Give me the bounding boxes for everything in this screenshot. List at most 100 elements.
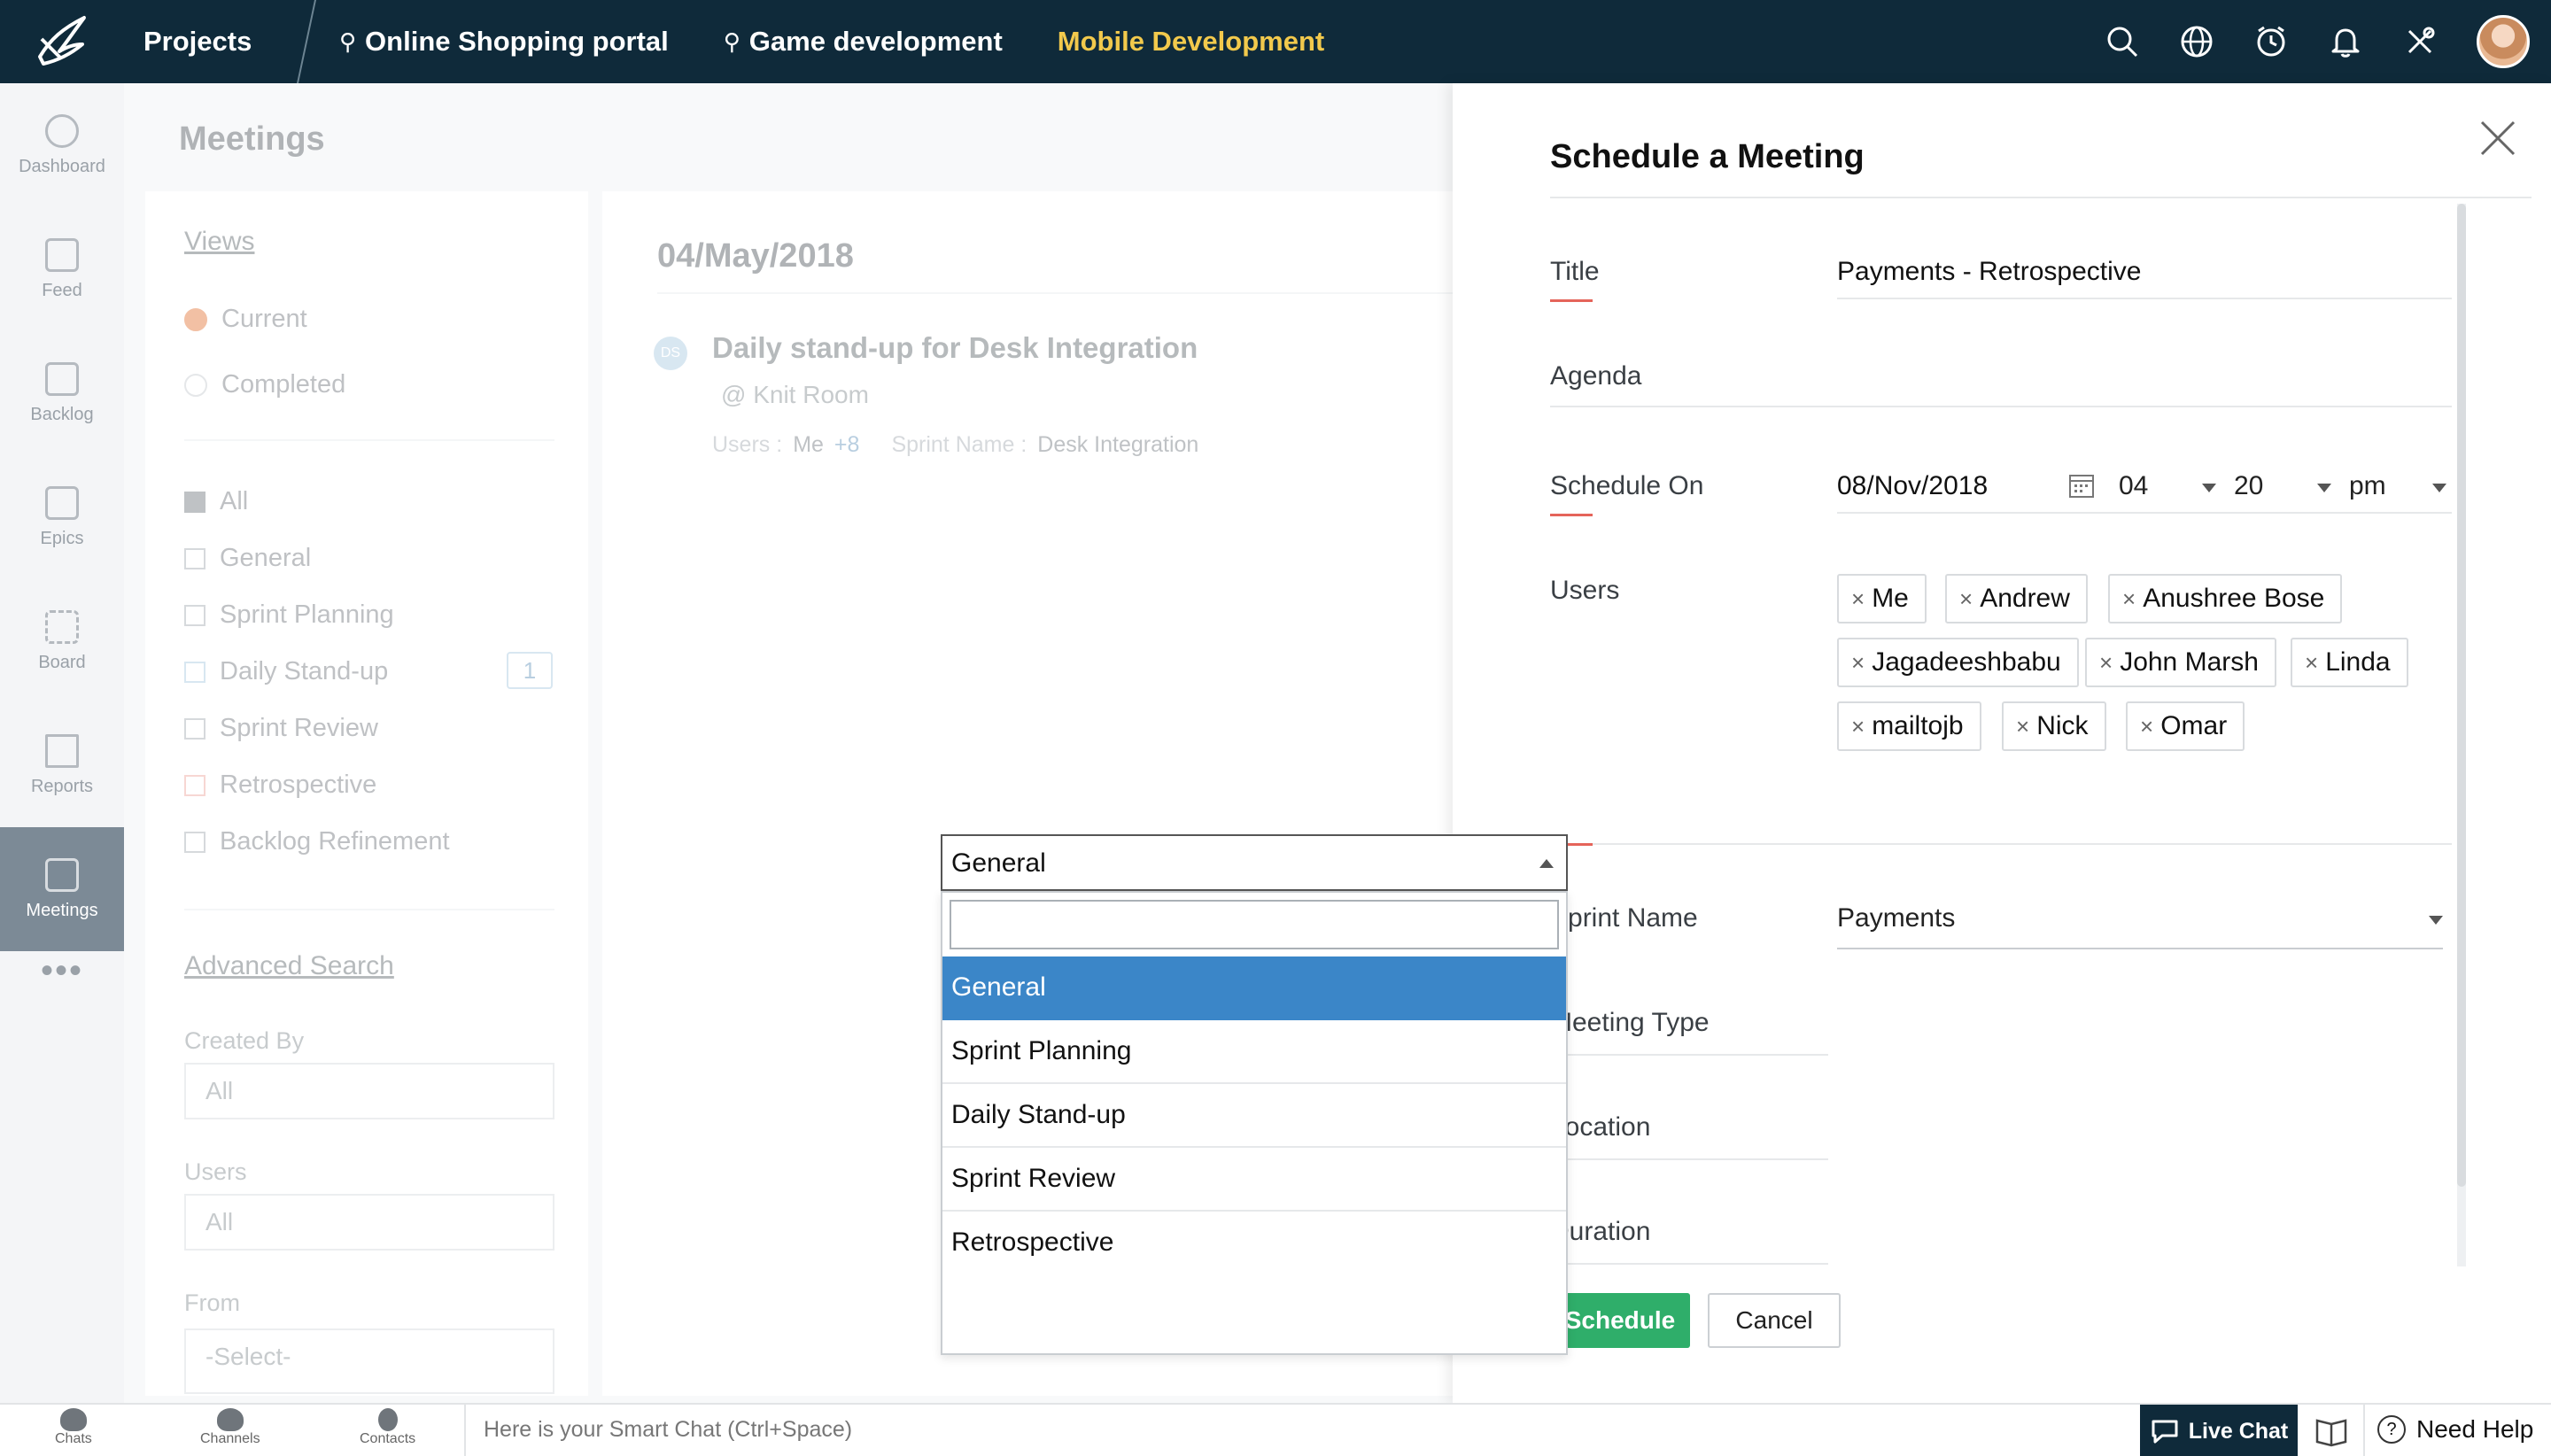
user-avatar[interactable] <box>2477 15 2530 68</box>
topbar-icons <box>2105 0 2530 83</box>
sidebar-item-label: Backlog <box>30 404 94 424</box>
dropdown-search-input[interactable] <box>950 900 1559 949</box>
schedule-button[interactable]: Schedule <box>1550 1293 1690 1348</box>
sidebar-item-backlog[interactable]: Backlog <box>0 331 124 455</box>
app-logo[interactable] <box>0 0 124 83</box>
chip-label: Andrew <box>1980 584 2070 613</box>
live-chat-button[interactable]: Live Chat <box>2140 1405 2298 1456</box>
group-icon <box>216 1408 244 1431</box>
user-chip[interactable]: × Linda <box>2291 638 2408 687</box>
divider <box>464 1405 466 1456</box>
user-chip[interactable]: × Jagadeeshbabu <box>1837 638 2079 687</box>
user-chip[interactable]: × Me <box>1837 574 1927 623</box>
dashboard-icon <box>45 113 79 148</box>
meeting-type-value: General <box>951 848 1046 878</box>
sidebar-item-reports[interactable]: Reports <box>0 703 124 827</box>
chip-label: Jagadeeshbabu <box>1872 647 2061 677</box>
schedule-on-label: Schedule On <box>1550 471 1704 500</box>
sidebar-item-label: Epics <box>40 528 84 548</box>
book-icon[interactable] <box>2314 1415 2349 1447</box>
option-retrospective[interactable]: Retrospective <box>942 1212 1566 1275</box>
top-bar: Projects ⚲ Online Shopping portal ⚲ Game… <box>0 0 2551 83</box>
cancel-button[interactable]: Cancel <box>1708 1293 1841 1348</box>
divider <box>1550 197 2532 198</box>
chip-label: Nick <box>2036 711 2089 740</box>
contacts-button[interactable]: Contacts <box>360 1408 415 1447</box>
pin-icon: ⚲ <box>339 27 357 55</box>
user-chip[interactable]: × Omar <box>2126 701 2245 751</box>
person-icon <box>377 1408 398 1431</box>
schedule-meeting-panel: Schedule a Meeting Title Payments - Retr… <box>1453 83 2551 1403</box>
chevron-down-icon <box>2429 916 2443 925</box>
sidebar-item-meetings[interactable]: Meetings <box>0 827 124 951</box>
ampm-value: pm <box>2349 471 2386 500</box>
remove-icon[interactable]: × <box>1851 585 1865 613</box>
ampm-select[interactable]: pm <box>2349 471 2446 501</box>
remove-icon[interactable]: × <box>1851 713 1865 740</box>
remove-icon[interactable]: × <box>2140 713 2153 740</box>
title-input[interactable]: Payments - Retrospective <box>1837 257 2141 287</box>
channels-button[interactable]: Channels <box>200 1408 260 1447</box>
globe-icon[interactable] <box>2179 24 2214 59</box>
left-sidebar: Dashboard Feed Backlog Epics Board Repor… <box>0 83 124 1403</box>
scrollbar-thumb[interactable] <box>2457 204 2466 1187</box>
tab-label: Game development <box>748 26 1003 57</box>
hour-select[interactable]: 04 <box>2119 471 2216 501</box>
tab-online-shopping-portal[interactable]: ⚲ Online Shopping portal <box>339 26 669 58</box>
search-icon[interactable] <box>2105 24 2140 59</box>
close-icon[interactable] <box>2477 117 2519 159</box>
sidebar-item-dashboard[interactable]: Dashboard <box>0 83 124 207</box>
tab-game-development[interactable]: ⚲ Game development <box>724 26 1003 58</box>
user-chip[interactable]: × Nick <box>2002 701 2106 751</box>
user-chip[interactable]: × John Marsh <box>2085 638 2276 687</box>
chip-label: Omar <box>2160 711 2228 740</box>
divider <box>1550 1158 1828 1160</box>
remove-icon[interactable]: × <box>2099 649 2113 677</box>
divider <box>1550 1054 1828 1056</box>
meetings-icon <box>45 857 79 892</box>
agenda-input[interactable] <box>1837 361 2452 397</box>
chevron-up-icon <box>1539 859 1554 868</box>
sidebar-item-epics[interactable]: Epics <box>0 455 124 579</box>
title-label: Title <box>1550 257 1600 286</box>
option-daily-standup[interactable]: Daily Stand-up <box>942 1084 1566 1148</box>
sidebar-item-label: Board <box>38 652 86 672</box>
need-help-button[interactable]: ? Need Help <box>2377 1415 2533 1444</box>
meeting-type-select[interactable]: General <box>941 834 1568 891</box>
sprint-name-value: Payments <box>1837 903 1956 933</box>
sidebar-item-board[interactable]: Board <box>0 579 124 703</box>
option-general[interactable]: General <box>942 956 1566 1020</box>
option-sprint-review[interactable]: Sprint Review <box>942 1148 1566 1212</box>
chats-button[interactable]: Chats <box>55 1408 92 1447</box>
clock-icon[interactable] <box>2253 24 2289 59</box>
remove-icon[interactable]: × <box>1851 649 1865 677</box>
sidebar-item-label: Dashboard <box>19 156 105 176</box>
sprint-name-select[interactable]: Payments <box>1837 903 2443 942</box>
tab-mobile-development[interactable]: Mobile Development <box>1058 26 1324 58</box>
option-sprint-planning[interactable]: Sprint Planning <box>942 1020 1566 1084</box>
user-chip[interactable]: × Anushree Bose <box>2108 574 2343 623</box>
meeting-type-label: Meeting Type <box>1550 1008 1710 1037</box>
sidebar-item-feed[interactable]: Feed <box>0 207 124 331</box>
remove-icon[interactable]: × <box>1959 585 1973 613</box>
bottom-item-label: Chats <box>55 1431 92 1446</box>
smart-chat-input[interactable]: Here is your Smart Chat (Ctrl+Space) <box>484 1417 852 1443</box>
pin-icon: ⚲ <box>723 27 740 55</box>
user-chip[interactable]: × Andrew <box>1945 574 2088 623</box>
bell-icon[interactable] <box>2328 24 2363 59</box>
user-chip[interactable]: × mailtojb <box>1837 701 1981 751</box>
tools-icon[interactable] <box>2402 24 2438 59</box>
sidebar-item-label: Meetings <box>26 900 98 920</box>
sidebar-item-label: Reports <box>30 776 94 796</box>
divider <box>1550 843 2452 845</box>
schedule-date-input[interactable]: 08/Nov/2018 <box>1837 471 1988 501</box>
divider <box>1837 298 2452 299</box>
remove-icon[interactable]: × <box>2122 585 2136 613</box>
calendar-icon[interactable] <box>2067 471 2096 500</box>
minute-select[interactable]: 20 <box>2234 471 2331 501</box>
chip-label: Linda <box>2325 647 2391 677</box>
remove-icon[interactable]: × <box>2305 649 2318 677</box>
remove-icon[interactable]: × <box>2016 713 2029 740</box>
projects-link[interactable]: Projects <box>124 26 306 58</box>
more-icon[interactable]: ••• <box>0 951 124 991</box>
